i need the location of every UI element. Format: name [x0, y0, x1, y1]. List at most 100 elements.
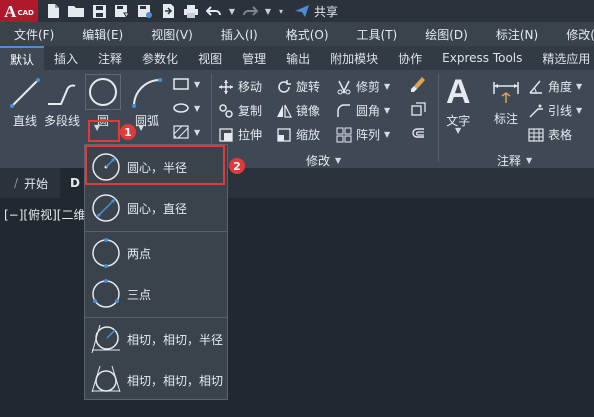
stretch-label: 拉伸 [238, 128, 263, 142]
circle-ttt-icon [89, 363, 123, 397]
tab-annotate[interactable]: 注释 [88, 46, 132, 70]
scale-button[interactable]: 缩放 [276, 126, 320, 143]
highlight-center-radius [85, 145, 225, 185]
polyline-button[interactable]: 多段线 [44, 76, 80, 129]
tab-addins[interactable]: 附加模块 [320, 46, 388, 70]
tab-slash-icon: / [14, 176, 19, 190]
mirror-button[interactable]: 镜像 [276, 102, 320, 119]
open-folder-icon[interactable] [67, 2, 85, 20]
undo-dropdown-icon[interactable]: ▼ [228, 2, 236, 20]
menu-edit[interactable]: 编辑(E) [54, 26, 123, 43]
menu-item-two-point[interactable]: 两点 [85, 233, 227, 273]
tab-start[interactable]: / 开始 [14, 168, 48, 198]
explode-button[interactable] [410, 102, 426, 118]
menu-item-center-diameter[interactable]: 圆心，直径 [85, 188, 227, 228]
customize-qa-icon[interactable]: ▾ [277, 2, 285, 20]
tab-manage[interactable]: 管理 [232, 46, 276, 70]
menu-tools[interactable]: 工具(T) [329, 26, 398, 43]
annotation-group-title[interactable]: 注释 ▼ [497, 152, 532, 169]
fillet-icon [337, 103, 350, 117]
hatch-button[interactable]: ▼ [172, 100, 200, 116]
table-label: 表格 [548, 128, 573, 142]
line-icon [10, 78, 40, 108]
circle-icon [85, 74, 121, 110]
tab-default[interactable]: 默认 [0, 46, 45, 70]
save-icon[interactable] [90, 2, 108, 20]
menu-dimension[interactable]: 标注(N) [468, 26, 538, 43]
dimension-label: 标注 [493, 112, 518, 126]
rotate-label: 旋转 [296, 80, 321, 94]
hatch-tool-button[interactable]: ▼ [172, 124, 200, 140]
line-button[interactable]: 直线 [8, 76, 42, 129]
redo-dropdown-icon[interactable]: ▼ [264, 2, 272, 20]
tab-output[interactable]: 输出 [276, 46, 320, 70]
tab-collaborate[interactable]: 协作 [388, 46, 432, 70]
leader-label: 引线 [548, 104, 573, 118]
menu-item-label: 圆心，直径 [127, 201, 188, 216]
menu-format[interactable]: 格式(O) [258, 26, 329, 43]
tab-document-label: D [70, 176, 80, 190]
ribbon-separator [438, 74, 439, 162]
scale-label: 缩放 [296, 128, 321, 142]
undo-icon[interactable] [205, 2, 223, 20]
polyline-label: 多段线 [44, 114, 81, 128]
menu-item-tan-tan-tan[interactable]: 相切，相切，相切 [85, 360, 227, 400]
offset-button[interactable] [410, 126, 426, 142]
rectangle-icon [173, 78, 189, 90]
angle-button[interactable]: 角度 ▼ [528, 78, 582, 95]
mirror-label: 镜像 [296, 104, 321, 118]
move-button[interactable]: 移动 [218, 78, 262, 95]
menu-file[interactable]: 文件(F) [0, 26, 54, 43]
tab-express-tools[interactable]: Express Tools [432, 46, 532, 70]
trim-button[interactable]: 修剪 ▼ [336, 78, 390, 95]
rotate-button[interactable]: 旋转 [276, 78, 320, 95]
chevron-down-icon: ▼ [526, 156, 533, 165]
stretch-button[interactable]: 拉伸 [218, 126, 262, 143]
dimension-icon [493, 82, 519, 103]
array-button[interactable]: 阵列 ▼ [336, 126, 390, 143]
print-icon[interactable] [182, 2, 200, 20]
menu-view[interactable]: 视图(V) [123, 26, 193, 43]
text-button[interactable]: A 文字 [446, 74, 471, 129]
move-icon [219, 79, 233, 94]
dimension-button[interactable]: 标注 [490, 76, 522, 127]
arc-dropdown-button[interactable]: ▼ [138, 123, 144, 132]
redo-icon[interactable] [241, 2, 259, 20]
rotate-icon [278, 79, 291, 93]
fillet-button[interactable]: 圆角 ▼ [336, 102, 390, 119]
highlight-circle-dropdown [88, 120, 120, 142]
save-as-icon[interactable] [113, 2, 131, 20]
menu-insert[interactable]: 插入(I) [193, 26, 258, 43]
tab-view[interactable]: 视图 [188, 46, 232, 70]
tab-insert[interactable]: 插入 [44, 46, 88, 70]
menu-item-three-point[interactable]: 三点 [85, 274, 227, 314]
text-dropdown[interactable]: ▼ [455, 126, 461, 135]
viewport-controls[interactable]: [−][俯视][二维 [4, 206, 85, 223]
import-icon[interactable] [159, 2, 177, 20]
table-button[interactable]: 表格 [528, 126, 572, 143]
modify-group-title[interactable]: 修改 ▼ [306, 152, 341, 169]
arc-button[interactable]: 圆弧 [130, 76, 164, 129]
callout-badge-2: 2 [229, 158, 245, 174]
menu-modify[interactable]: 修改(M) [538, 26, 594, 43]
tab-featured-apps[interactable]: 精选应用 [532, 46, 594, 70]
tab-parametric[interactable]: 参数化 [132, 46, 188, 70]
chevron-down-icon: ▼ [138, 123, 145, 132]
app-logo[interactable]: A CAD [0, 0, 38, 22]
menu-item-label: 相切，相切，半径 [127, 332, 224, 347]
rectangle-button[interactable]: ▼ [172, 76, 200, 92]
fillet-label: 圆角 [356, 104, 381, 118]
share-button[interactable]: 共享 [294, 3, 338, 20]
share-label: 共享 [314, 4, 339, 19]
new-file-icon[interactable] [44, 2, 62, 20]
trim-icon [337, 80, 351, 94]
copy-icon [219, 103, 233, 118]
menu-draw[interactable]: 绘图(D) [397, 26, 468, 43]
menu-item-tan-tan-radius[interactable]: 相切，相切，半径 [85, 319, 227, 359]
leader-button[interactable]: 引线 ▼ [528, 102, 582, 119]
scale-icon [277, 127, 291, 142]
copy-button[interactable]: 复制 [218, 102, 262, 119]
web-save-icon[interactable] [136, 2, 154, 20]
leader-icon [529, 104, 543, 117]
erase-button[interactable] [410, 76, 426, 94]
